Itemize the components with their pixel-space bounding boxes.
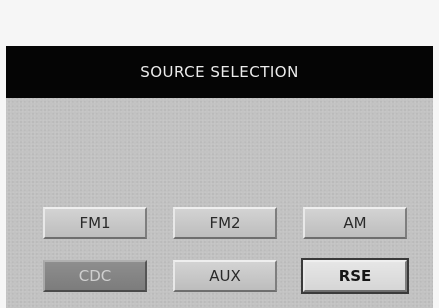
cdc-source-button[interactable]: CDC — [43, 260, 147, 292]
source-button-panel: FM1 FM2 AM CDC AUX RSE — [6, 98, 433, 308]
am-source-button[interactable]: AM — [303, 207, 407, 239]
fm2-source-button[interactable]: FM2 — [173, 207, 277, 239]
fm1-source-button[interactable]: FM1 — [43, 207, 147, 239]
rse-source-button[interactable]: RSE — [301, 258, 409, 294]
source-selection-screen: SOURCE SELECTION FM1 FM2 AM CDC AUX RSE — [6, 46, 433, 308]
screen-title: SOURCE SELECTION — [140, 63, 299, 81]
title-bar: SOURCE SELECTION — [6, 46, 433, 98]
top-margin — [0, 0, 439, 46]
aux-source-button[interactable]: AUX — [173, 260, 277, 292]
